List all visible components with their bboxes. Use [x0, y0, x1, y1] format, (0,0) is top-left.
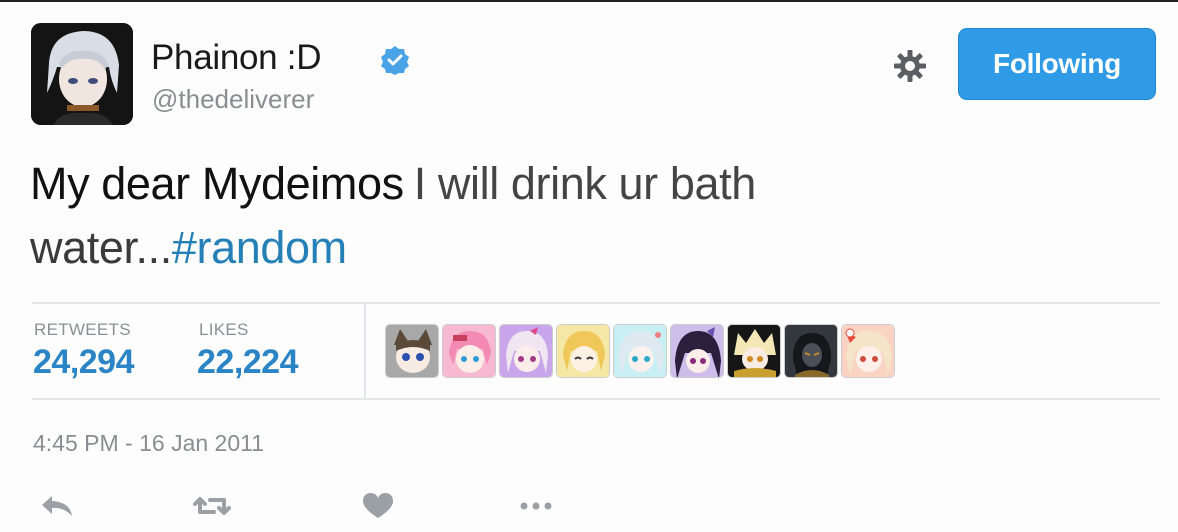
stats-divider: [364, 304, 366, 398]
likes-count[interactable]: 22,224: [197, 343, 299, 382]
tweet-text-part-1: My dear Mydeimos: [30, 158, 404, 209]
hashtag-link[interactable]: #random: [172, 222, 347, 273]
retweets-count[interactable]: 24,294: [33, 343, 135, 382]
tweet-text: My dear Mydeimos I will drink ur bath wat…: [30, 152, 1030, 280]
liker-avatar-2[interactable]: [442, 324, 496, 378]
liker-avatar-6[interactable]: [670, 324, 724, 378]
tweet-text-part-2: I will drink ur bath: [413, 158, 757, 209]
reply-icon[interactable]: [38, 490, 78, 522]
divider: [32, 302, 1160, 304]
following-button[interactable]: Following: [958, 28, 1156, 100]
tweet-card: Phainon :D @thedeliverer Following My de…: [0, 0, 1178, 532]
liker-avatar-5[interactable]: [613, 324, 667, 378]
retweet-icon[interactable]: [192, 490, 232, 522]
user-handle[interactable]: @thedeliverer: [152, 84, 314, 115]
liker-avatar-4[interactable]: [556, 324, 610, 378]
more-icon[interactable]: [516, 490, 556, 522]
tweet-text-part-3: water...: [30, 222, 172, 273]
liker-avatar-1[interactable]: [385, 324, 439, 378]
likes-label: LIKES: [199, 320, 249, 339]
liker-avatar-7[interactable]: [727, 324, 781, 378]
liker-avatars: [385, 324, 895, 380]
verified-badge-icon: [381, 46, 409, 75]
liker-avatar-3[interactable]: [499, 324, 553, 378]
liker-avatar-8[interactable]: [784, 324, 838, 378]
like-icon[interactable]: [358, 490, 398, 522]
divider: [32, 398, 1160, 400]
liker-avatar-9[interactable]: [841, 324, 895, 378]
avatar[interactable]: [31, 23, 133, 125]
gear-icon[interactable]: [893, 49, 927, 83]
timestamp[interactable]: 4:45 PM - 16 Jan 2011: [33, 430, 264, 457]
retweets-label: RETWEETS: [34, 320, 131, 339]
display-name[interactable]: Phainon :D: [151, 38, 321, 78]
